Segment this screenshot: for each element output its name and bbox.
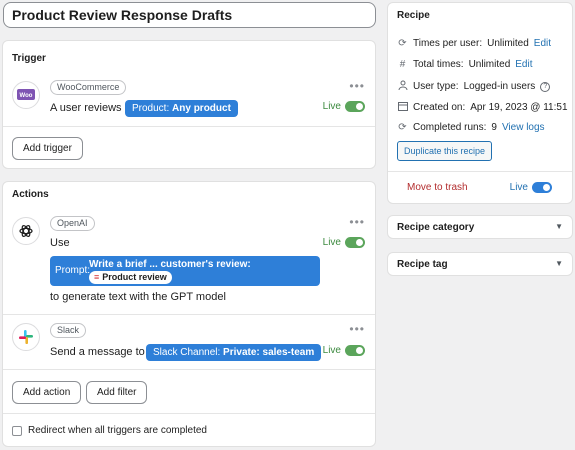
divider	[3, 413, 375, 414]
token-value: Private: sales-team	[223, 347, 315, 358]
openai-live-toggle[interactable]: Live	[323, 237, 365, 248]
actions-panel: Actions OpenAI ••• Use Live Prompt: Writ…	[2, 181, 376, 447]
user-icon	[397, 80, 408, 93]
total-times-row: # Total times: Unlimited Edit	[397, 59, 533, 70]
action-use-text: Use	[50, 237, 70, 249]
row-value: Unlimited	[487, 38, 529, 49]
caret-down-icon[interactable]: ▼	[555, 259, 563, 268]
prompt-label: Prompt:	[55, 265, 91, 276]
recipe-heading: Recipe	[397, 10, 430, 21]
action-suffix-text: to generate text with the GPT model	[50, 291, 226, 303]
token-key: Product:	[132, 103, 170, 114]
slack-channel-token[interactable]: Slack Channel: Private: sales-team	[146, 344, 322, 361]
add-action-button[interactable]: Add action	[12, 381, 82, 404]
duplicate-recipe-button[interactable]: Duplicate this recipe	[397, 141, 493, 161]
row-label: Completed runs:	[413, 122, 487, 133]
token-value: Any product	[172, 103, 231, 114]
recipe-title-input[interactable]: Product Review Response Drafts	[3, 2, 376, 28]
trigger-heading: Trigger	[12, 53, 46, 64]
divider	[3, 314, 375, 315]
completed-runs-row: ⟳ Completed runs: 9 View logs	[397, 122, 545, 133]
app-tag-openai: OpenAI	[50, 216, 95, 231]
divider	[3, 369, 375, 370]
product-token[interactable]: Product: Any product	[125, 100, 238, 117]
recipe-panel: Recipe ⟳ Times per user: Unlimited Edit …	[387, 2, 573, 204]
edit-link[interactable]: Edit	[515, 59, 532, 70]
trigger-live-toggle[interactable]: Live	[323, 101, 365, 112]
woocommerce-icon: Woo	[12, 81, 40, 109]
move-to-trash-link[interactable]: Move to trash	[407, 182, 468, 193]
slack-icon	[12, 323, 40, 351]
trigger-sentence: A user reviews	[50, 102, 122, 114]
redirect-checkbox[interactable]	[12, 426, 22, 436]
token-icon: ≡	[94, 272, 100, 282]
token-key: Slack Channel:	[153, 347, 221, 358]
user-type-row: User type: Logged-in users ?	[397, 80, 551, 93]
prompt-token[interactable]: Prompt: Write a brief ... customer's rev…	[50, 256, 320, 286]
row-label: Created on:	[413, 102, 466, 113]
toggle-switch[interactable]	[345, 101, 365, 112]
hash-icon: #	[399, 59, 406, 70]
divider	[3, 126, 375, 127]
toggle-switch[interactable]	[532, 182, 552, 193]
recipe-category-title: Recipe category	[397, 222, 475, 233]
row-value: Logged-in users	[463, 81, 536, 92]
add-filter-button[interactable]: Add filter	[86, 381, 148, 404]
toggle-switch[interactable]	[345, 237, 365, 248]
openai-icon	[12, 217, 40, 245]
refresh-icon: ⟳	[398, 38, 407, 49]
redirect-label: Redirect when all triggers are completed	[28, 425, 207, 436]
created-on-row: Created on: Apr 19, 2023 @ 11:51	[397, 101, 568, 114]
refresh-icon: ⟳	[398, 122, 407, 133]
edit-link[interactable]: Edit	[534, 38, 551, 49]
help-icon[interactable]: ?	[540, 81, 551, 92]
more-options-icon[interactable]: •••	[349, 79, 365, 93]
row-label: User type:	[413, 81, 459, 92]
live-label: Live	[322, 345, 341, 356]
trigger-panel: Trigger Woo WooCommerce ••• A user revie…	[2, 40, 376, 169]
row-value: Unlimited	[468, 59, 511, 70]
divider	[388, 171, 572, 172]
slack-sentence: Send a message to	[50, 346, 145, 358]
live-label: Live	[509, 182, 528, 193]
recipe-tag-title: Recipe tag	[397, 259, 448, 270]
row-value: Apr 19, 2023 @ 11:51	[470, 102, 568, 113]
recipe-category-panel[interactable]: Recipe category ▼	[387, 215, 573, 239]
slack-live-toggle[interactable]: Live	[323, 345, 365, 356]
token-label: Product review	[102, 272, 167, 282]
app-tag-slack: Slack	[50, 323, 87, 338]
toggle-switch[interactable]	[345, 345, 365, 356]
row-label: Total times:	[413, 59, 464, 70]
svg-text:Woo: Woo	[20, 93, 33, 99]
caret-down-icon[interactable]: ▼	[555, 222, 563, 231]
product-review-token[interactable]: ≡ Product review	[89, 271, 172, 284]
times-per-user-row: ⟳ Times per user: Unlimited Edit	[397, 38, 551, 49]
calendar-icon	[397, 101, 408, 114]
recipe-live-toggle[interactable]: Live	[510, 182, 552, 193]
live-label: Live	[322, 237, 341, 248]
row-value: 9	[491, 122, 497, 133]
row-label: Times per user:	[413, 38, 483, 49]
more-options-icon[interactable]: •••	[349, 322, 365, 336]
add-trigger-button[interactable]: Add trigger	[12, 137, 83, 160]
recipe-tag-panel[interactable]: Recipe tag ▼	[387, 252, 573, 276]
live-label: Live	[322, 101, 341, 112]
app-tag-woocommerce: WooCommerce	[50, 80, 127, 95]
view-logs-link[interactable]: View logs	[502, 122, 545, 133]
actions-heading: Actions	[12, 189, 49, 200]
prompt-text: Write a brief ... customer's review:	[89, 259, 251, 270]
more-options-icon[interactable]: •••	[349, 215, 365, 229]
